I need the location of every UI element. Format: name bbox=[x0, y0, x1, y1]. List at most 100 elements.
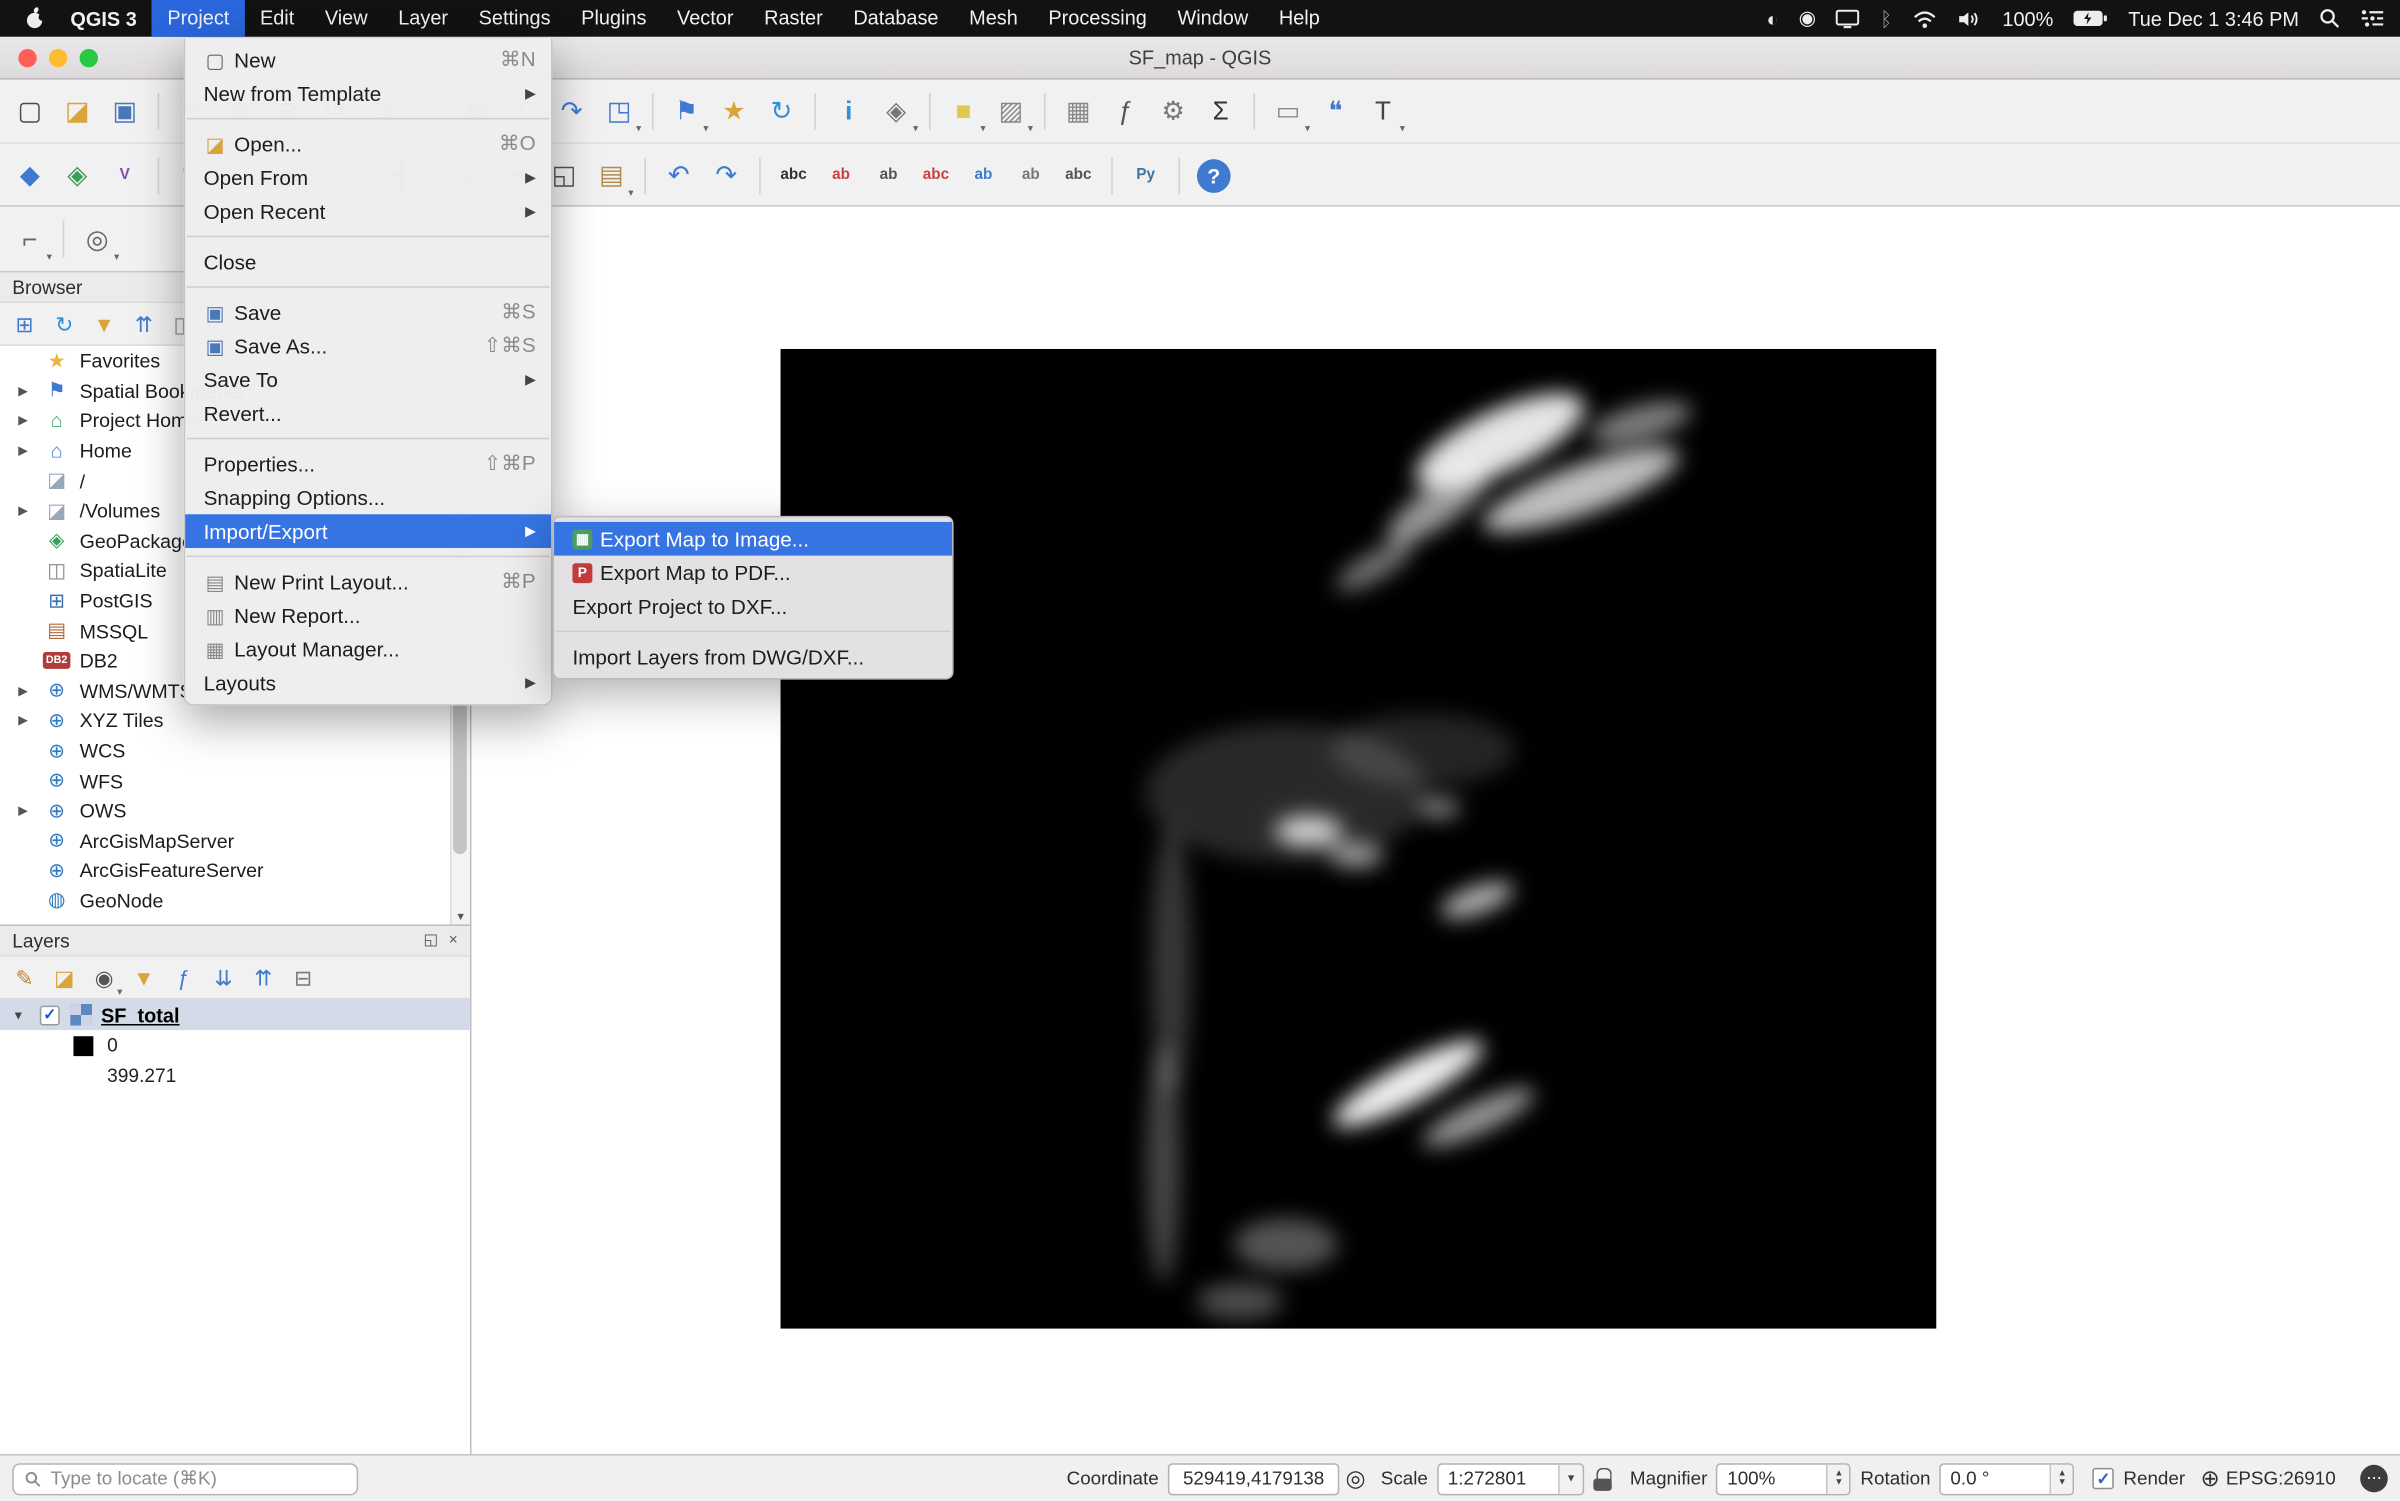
map-canvas[interactable] bbox=[472, 206, 2400, 1455]
browser-item-wcs[interactable]: ⊕ WCS bbox=[0, 736, 450, 766]
filter-legend-button[interactable]: ▼ bbox=[126, 959, 163, 996]
app-name[interactable]: QGIS 3 bbox=[55, 7, 152, 30]
menubar-item-processing[interactable]: Processing bbox=[1033, 0, 1162, 37]
browser-item-wfs[interactable]: ⊕ WFS bbox=[0, 766, 450, 796]
rotation-spinbox[interactable]: 0.0 ° ▲ ▼ bbox=[1939, 1462, 2075, 1495]
new-geopackage-button[interactable]: ◈ bbox=[55, 153, 99, 197]
help-contents-button[interactable]: ? bbox=[1196, 158, 1231, 193]
refresh-browser-button[interactable]: ↻ bbox=[46, 305, 83, 342]
new-spatial-bookmark-button[interactable]: ⚑ ▾ bbox=[664, 89, 709, 135]
menubar-item-mesh[interactable]: Mesh bbox=[954, 0, 1033, 37]
spinner-arrows-icon[interactable]: ▲ ▼ bbox=[2049, 1464, 2073, 1494]
project-menu-item-save-as[interactable]: ▣ Save As... ⇧⌘S bbox=[185, 329, 551, 363]
submenu-item-export-project-to-dxf[interactable]: Export Project to DXF... bbox=[554, 589, 952, 623]
rotate-label-button[interactable]: ab bbox=[1009, 153, 1053, 197]
menubar-item-help[interactable]: Help bbox=[1264, 0, 1336, 37]
menubar-item-vector[interactable]: Vector bbox=[662, 0, 749, 37]
add-selected-layers-button[interactable]: ⊞ bbox=[6, 305, 43, 342]
bluetooth-icon[interactable]: ᛒ bbox=[1880, 7, 1892, 30]
project-menu-item-new[interactable]: ▢ New ⌘N bbox=[185, 43, 551, 77]
browser-item-geonode[interactable]: ◍ GeoNode bbox=[0, 886, 450, 916]
options-button[interactable]: ⚙ bbox=[1151, 89, 1195, 133]
refresh-map-button[interactable]: ↻ bbox=[759, 89, 803, 133]
collapse-all-layers-button[interactable]: ⇈ bbox=[245, 959, 282, 996]
project-menu-item-properties[interactable]: Properties... ⇧⌘P bbox=[185, 447, 551, 481]
collapse-all-button[interactable]: ⇈ bbox=[126, 305, 163, 342]
pin-labels-button[interactable]: ab bbox=[866, 153, 910, 197]
select-features-button[interactable]: ■ ▾ bbox=[941, 89, 986, 135]
scroll-down-icon[interactable]: ▼ bbox=[452, 912, 470, 923]
minimize-window-button[interactable] bbox=[48, 48, 68, 68]
menubar-item-database[interactable]: Database bbox=[838, 0, 954, 37]
circle-digitizing-button[interactable]: ◎ ▾ bbox=[75, 217, 120, 263]
collapse-arrow-icon[interactable]: ▼ bbox=[9, 1008, 27, 1022]
menubar-item-view[interactable]: View bbox=[310, 0, 383, 37]
close-panel-icon[interactable]: × bbox=[449, 932, 458, 948]
project-menu-item-layout-manager[interactable]: ▦ Layout Manager... bbox=[185, 632, 551, 666]
statistical-summary-button[interactable]: Σ bbox=[1198, 89, 1242, 133]
project-menu-item-open[interactable]: ◪ Open... ⌘O bbox=[185, 127, 551, 161]
dropdown-arrow-icon[interactable]: ▼ bbox=[1557, 1464, 1583, 1494]
layer-visibility-checkbox[interactable]: ✓ bbox=[39, 1004, 60, 1025]
browser-item-arcgismapserver[interactable]: ⊕ ArcGisMapServer bbox=[0, 826, 450, 856]
crs-globe-icon[interactable]: ⊕ bbox=[2200, 1465, 2219, 1492]
identify-features-button[interactable]: i bbox=[827, 89, 871, 133]
render-checkbox[interactable]: ✓ bbox=[2092, 1467, 2115, 1490]
menubar-item-plugins[interactable]: Plugins bbox=[566, 0, 662, 37]
filter-by-expression-button[interactable]: ƒ bbox=[165, 959, 202, 996]
paste-features-button[interactable]: ▤ ▾ bbox=[589, 153, 633, 199]
menubar-clock[interactable]: Tue Dec 1 3:46 PM bbox=[2128, 7, 2299, 30]
menubar-item-raster[interactable]: Raster bbox=[749, 0, 838, 37]
project-menu-item-open-recent[interactable]: Open Recent ▶ bbox=[185, 194, 551, 228]
submenu-item-export-map-to-image[interactable]: ▦ Export Map to Image... bbox=[554, 521, 953, 556]
run-feature-action-button[interactable]: ◈ ▾ bbox=[874, 89, 918, 135]
project-menu-item-open-from[interactable]: Open From ▶ bbox=[185, 161, 551, 195]
data-source-manager-button[interactable]: ◆ bbox=[8, 153, 52, 197]
move-label-button[interactable]: ab bbox=[961, 153, 1005, 197]
change-label-button[interactable]: abc bbox=[1056, 153, 1100, 197]
menubar-item-layer[interactable]: Layer bbox=[383, 0, 463, 37]
layer-row-sf-total[interactable]: ▼ ✓ SF_total bbox=[0, 999, 470, 1031]
expand-arrow-icon[interactable]: ▶ bbox=[12, 384, 33, 398]
deselect-features-button[interactable]: ▨ ▾ bbox=[989, 89, 1033, 135]
close-window-button[interactable] bbox=[18, 48, 37, 68]
control-center-icon[interactable] bbox=[2360, 9, 2384, 27]
record-icon[interactable]: ◉ bbox=[1799, 6, 1816, 30]
add-group-button[interactable]: ◪ bbox=[46, 959, 83, 996]
open-attribute-table-button[interactable]: ▦ bbox=[1056, 89, 1100, 133]
show-bookmarks-button[interactable]: ★ bbox=[712, 89, 756, 133]
map-tips-button[interactable]: ❝ bbox=[1313, 89, 1357, 133]
scale-combo[interactable]: 1:272801 ▼ bbox=[1437, 1462, 1585, 1495]
layer-labeling-button[interactable]: abc bbox=[771, 153, 815, 197]
display-icon[interactable] bbox=[1836, 8, 1860, 28]
highlight-labels-button[interactable]: abc bbox=[914, 153, 958, 197]
volume-icon[interactable] bbox=[1958, 8, 1982, 28]
project-menu-item-save[interactable]: ▣ Save ⌘S bbox=[185, 295, 551, 329]
open-project-button[interactable]: ◪ bbox=[55, 89, 99, 133]
float-panel-icon[interactable]: ◱ bbox=[424, 932, 438, 948]
expand-arrow-icon[interactable]: ▶ bbox=[12, 444, 33, 458]
menubar-item-project[interactable]: Project bbox=[152, 0, 245, 37]
project-menu-item-new-from-template[interactable]: New from Template ▶ bbox=[185, 77, 551, 111]
new-project-button[interactable]: ▢ bbox=[8, 89, 52, 133]
project-menu-item-close[interactable]: Close bbox=[185, 245, 551, 279]
extents-toggle-icon[interactable]: ◎ bbox=[1345, 1465, 1365, 1492]
expand-arrow-icon[interactable]: ▶ bbox=[12, 804, 33, 818]
browser-item-ows[interactable]: ▶ ⊕ OWS bbox=[0, 796, 450, 826]
search-icon[interactable] bbox=[2319, 8, 2340, 29]
remove-layer-button[interactable]: ⊟ bbox=[285, 959, 322, 996]
submenu-item-import-layers-from-dwg-dxf[interactable]: Import Layers from DWG/DXF... bbox=[554, 640, 952, 674]
browser-item-arcgisfeatureserver[interactable]: ⊕ ArcGisFeatureServer bbox=[0, 856, 450, 886]
layer-diagram-button[interactable]: ab bbox=[819, 153, 863, 197]
browser-item-xyz-tiles[interactable]: ▶ ⊕ XYZ Tiles bbox=[0, 706, 450, 736]
project-menu-item-new-print-layout[interactable]: ▤ New Print Layout... ⌘P bbox=[185, 565, 551, 599]
measure-button[interactable]: ▭ ▾ bbox=[1266, 89, 1310, 135]
project-menu-item-new-report[interactable]: ▥ New Report... bbox=[185, 598, 551, 632]
locate-search-input[interactable]: Type to locate (⌘K) bbox=[12, 1462, 359, 1495]
spinner-arrows-icon[interactable]: ▲ ▼ bbox=[1826, 1464, 1850, 1494]
field-calculator-button[interactable]: ƒ bbox=[1104, 89, 1148, 133]
expand-arrow-icon[interactable]: ▶ bbox=[12, 684, 33, 698]
expand-arrow-icon[interactable]: ▶ bbox=[12, 414, 33, 428]
redo-button[interactable]: ↷ bbox=[704, 153, 748, 197]
project-menu-item-import-export[interactable]: Import/Export ▶ bbox=[185, 514, 552, 548]
